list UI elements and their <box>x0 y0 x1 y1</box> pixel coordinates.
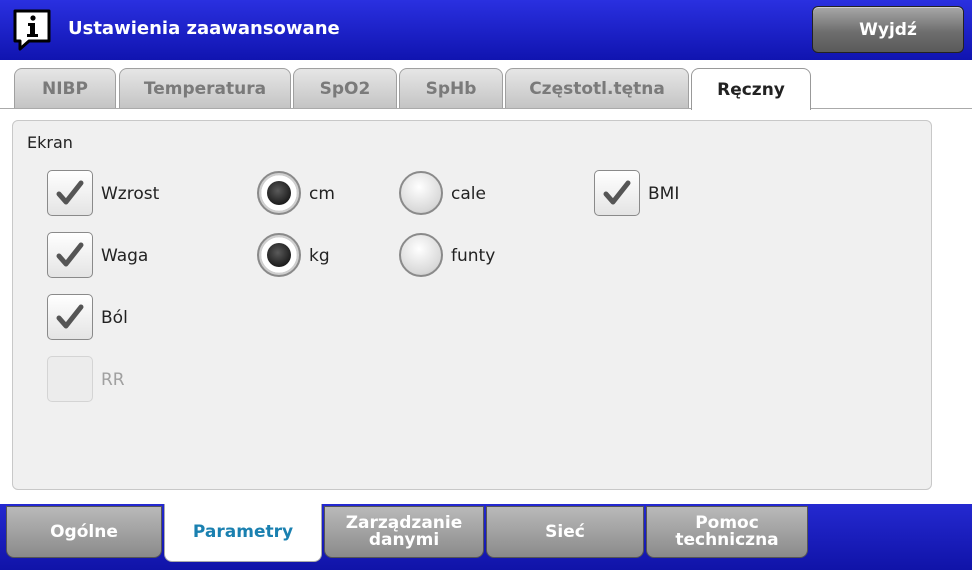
funty-label: funty <box>451 246 496 266</box>
bottom-tab-siec[interactable]: Sieć <box>486 506 644 558</box>
bottom-tab-ogolne[interactable]: Ogólne <box>6 506 162 558</box>
bmi-label: BMI <box>648 184 680 204</box>
kg-radio[interactable] <box>257 233 301 277</box>
tab-baseline <box>0 108 972 109</box>
bottom-tab-parametry[interactable]: Parametry <box>164 504 322 562</box>
checkmark-icon <box>56 304 84 329</box>
bottom-tab-label-line2: danymi <box>368 530 440 550</box>
tab-czestotl-tetna[interactable]: Częstotl.tętna <box>505 68 689 108</box>
content-area: NIBP Temperatura SpO2 SpHb Częstotl.tętn… <box>0 60 972 504</box>
funty-radio[interactable] <box>399 233 443 277</box>
radio-dot <box>267 181 291 205</box>
kg-label: kg <box>309 246 330 266</box>
bottom-tab-label: Parametry <box>192 522 294 542</box>
bottom-tab-label: Sieć <box>545 521 585 542</box>
tab-spo2[interactable]: SpO2 <box>293 68 397 108</box>
waga-checkbox[interactable] <box>47 232 93 278</box>
display-settings-panel: Ekran Wzrost cm cale BMI Waga kg funty B… <box>12 120 932 490</box>
checkmark-icon <box>56 180 84 205</box>
cm-label: cm <box>309 184 335 204</box>
radio-dot <box>267 243 291 267</box>
cale-radio[interactable] <box>399 171 443 215</box>
page-title: Ustawienia zaawansowane <box>68 18 340 39</box>
wzrost-checkbox[interactable] <box>47 170 93 216</box>
wzrost-label: Wzrost <box>101 184 160 204</box>
rr-label: RR <box>101 370 125 390</box>
bottom-tab-label-line2: techniczna <box>675 530 779 550</box>
tab-nibp[interactable]: NIBP <box>14 68 116 108</box>
bol-label: Ból <box>101 308 128 328</box>
exit-button[interactable]: Wyjdź <box>812 6 964 53</box>
bottom-tab-pomoc-techniczna[interactable]: Pomoc techniczna <box>646 506 808 558</box>
waga-label: Waga <box>101 246 149 266</box>
bol-checkbox[interactable] <box>47 294 93 340</box>
tab-reczny[interactable]: Ręczny <box>691 68 811 110</box>
bottom-tab-zarzadzanie-danymi[interactable]: Zarządzanie danymi <box>324 506 484 558</box>
bottom-tab-label: Ogólne <box>50 521 118 542</box>
cale-label: cale <box>451 184 486 204</box>
header-bar: Ustawienia zaawansowane Wyjdź <box>0 0 972 60</box>
bottom-nav: Ogólne Parametry Zarządzanie danymi Sieć… <box>0 504 972 570</box>
checkmark-icon <box>603 180 631 205</box>
info-icon[interactable] <box>12 8 52 52</box>
section-label: Ekran <box>27 133 73 152</box>
rr-checkbox <box>47 356 93 402</box>
tab-sphb[interactable]: SpHb <box>399 68 503 108</box>
checkmark-icon <box>56 242 84 267</box>
cm-radio[interactable] <box>257 171 301 215</box>
tab-temperatura[interactable]: Temperatura <box>119 68 291 108</box>
bmi-checkbox[interactable] <box>594 170 640 216</box>
